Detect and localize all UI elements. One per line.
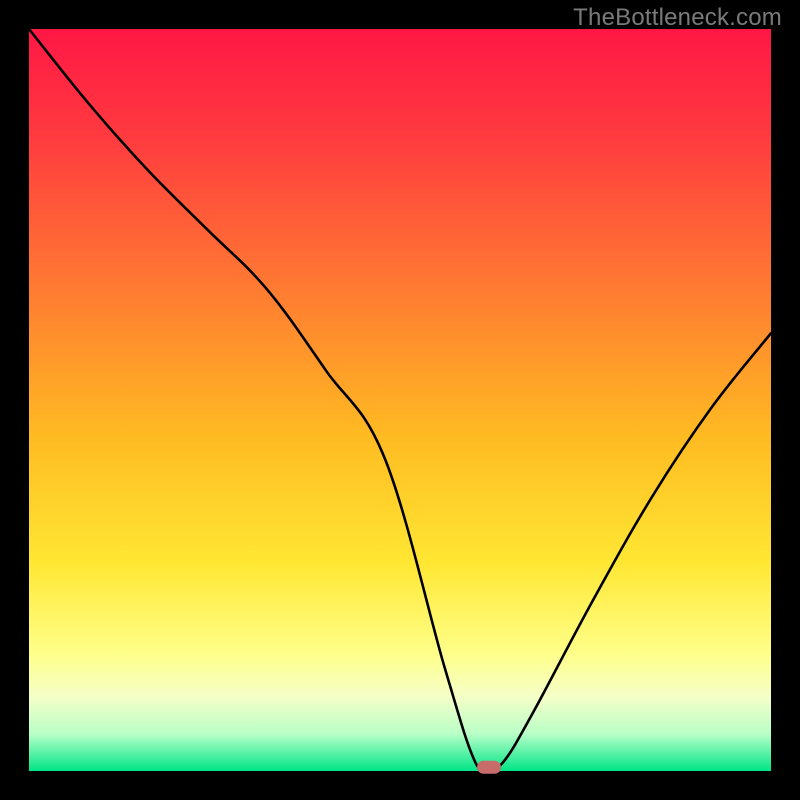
watermark-label: TheBottleneck.com [573,4,782,32]
optimum-marker [477,761,501,774]
bottleneck-chart [0,0,800,800]
plot-area [29,29,771,771]
chart-container: TheBottleneck.com [0,0,800,800]
